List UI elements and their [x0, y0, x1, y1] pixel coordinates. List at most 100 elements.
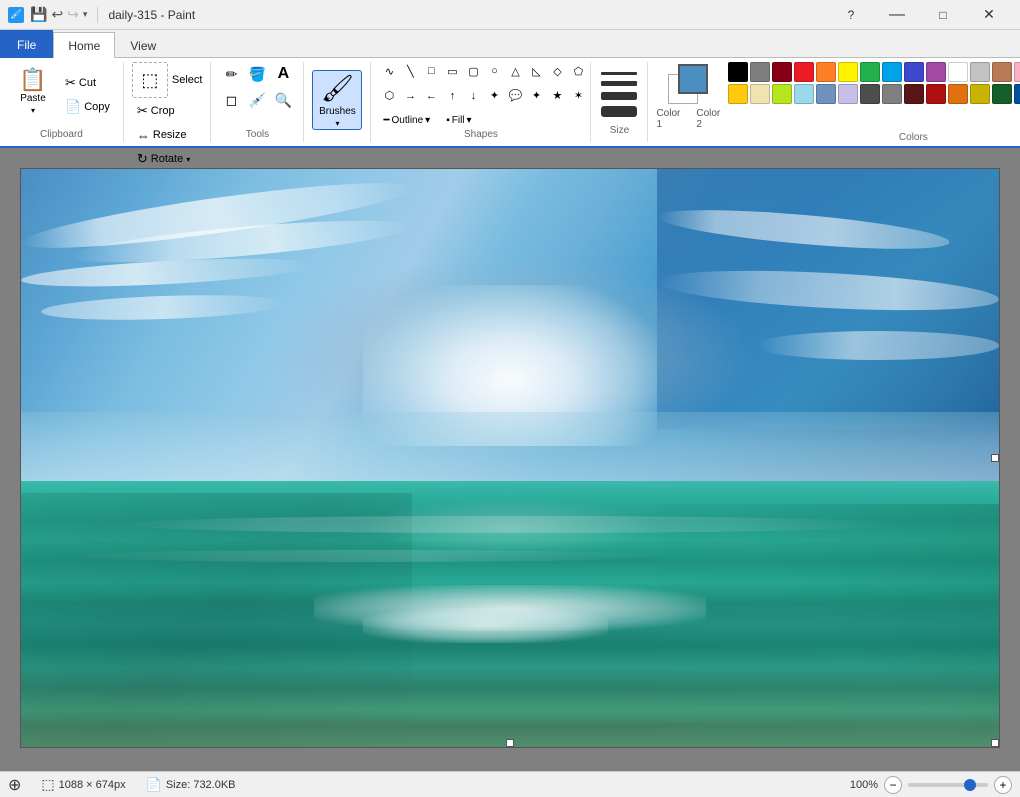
swatch-cream[interactable] — [750, 84, 770, 104]
tab-file[interactable]: File — [0, 30, 53, 58]
swatch-gray2[interactable] — [882, 84, 902, 104]
swatch-purple[interactable] — [926, 62, 946, 82]
redo-icon[interactable]: ↪ — [67, 6, 79, 23]
swatch-darkgray2[interactable] — [860, 84, 880, 104]
swatch-darkred[interactable] — [772, 62, 792, 82]
minimize-button[interactable]: — — [874, 0, 920, 30]
shape-pentagon[interactable]: ⬠ — [568, 62, 588, 80]
swatch-brown[interactable] — [992, 62, 1012, 82]
crop-button[interactable]: ✂ Crop — [132, 100, 180, 122]
swatch-blue[interactable] — [882, 62, 902, 82]
copy-button[interactable]: 📄 Copy — [60, 96, 115, 118]
close-button[interactable]: ✕ — [966, 0, 1012, 30]
shape-rect2[interactable]: ▭ — [442, 62, 462, 80]
size-1[interactable] — [601, 72, 637, 75]
resize-button[interactable]: ⇔ Resize — [132, 124, 192, 146]
tools-group: ✏ 🪣 A ◻ 💉 🔍 Tools — [211, 62, 304, 142]
add-button-status[interactable]: ⊕ — [8, 775, 21, 795]
swatch-dark-blue[interactable] — [1014, 84, 1020, 104]
resize-handle-right[interactable] — [991, 454, 999, 462]
zoom-thumb[interactable] — [964, 779, 976, 791]
fill-button[interactable]: ▪ Fill▾ — [442, 114, 475, 127]
ribbon-tabs: File Home View — [0, 30, 1020, 58]
size-3[interactable] — [601, 92, 637, 100]
swatch-dark-red2[interactable] — [926, 84, 946, 104]
size-label: Size — [610, 123, 629, 138]
shape-left-arrow[interactable]: ← — [421, 87, 441, 105]
shape-star4[interactable]: ✦ — [526, 87, 546, 105]
fill-icon: ▪ — [446, 115, 450, 126]
swatch-olive[interactable] — [970, 84, 990, 104]
painting-canvas[interactable] — [20, 168, 1000, 748]
outline-icon: ━ — [383, 115, 389, 126]
swatch-indigo[interactable] — [904, 62, 924, 82]
shape-4-arrow[interactable]: ✦ — [484, 87, 504, 105]
swatch-darkest-red[interactable] — [904, 84, 924, 104]
swatch-lightblue[interactable] — [794, 84, 814, 104]
rotate-button[interactable]: ↻ Rotate ▾ — [132, 148, 195, 170]
shape-triangle[interactable]: △ — [505, 62, 525, 80]
colorpick-tool[interactable]: 💉 — [245, 88, 269, 112]
cut-icon: ✂ — [65, 75, 76, 91]
swatch-lightgray[interactable] — [970, 62, 990, 82]
zoom-in-button[interactable]: + — [994, 776, 1012, 794]
swatch-gold[interactable] — [728, 84, 748, 104]
swatch-red[interactable] — [794, 62, 814, 82]
shape-round-rect[interactable]: ▢ — [463, 62, 483, 80]
swatch-yellow[interactable] — [838, 62, 858, 82]
tab-home[interactable]: Home — [53, 32, 115, 58]
brushes-group: 🖌 Brushes ▾ — [304, 62, 371, 142]
swatch-lime[interactable] — [772, 84, 792, 104]
color1-swatch[interactable] — [678, 64, 708, 94]
save-icon[interactable]: 💾 — [30, 6, 47, 23]
brushes-button[interactable]: 🖌 Brushes ▾ — [312, 70, 362, 130]
swatch-dark-orange[interactable] — [948, 84, 968, 104]
shape-rect[interactable]: □ — [421, 62, 441, 80]
paste-button[interactable]: 📋 Paste ▾ — [8, 62, 58, 122]
size-2[interactable] — [601, 81, 637, 86]
text-tool[interactable]: A — [271, 62, 295, 86]
shape-right-tri[interactable]: ◺ — [526, 62, 546, 80]
dropdown-icon[interactable]: ▾ — [83, 9, 88, 20]
shape-right-arrow[interactable]: → — [400, 87, 420, 105]
fill-tool[interactable]: 🪣 — [245, 62, 269, 86]
swatch-cornflower[interactable] — [816, 84, 836, 104]
shape-star5[interactable]: ★ — [547, 87, 567, 105]
shape-star6[interactable]: ✶ — [568, 87, 588, 105]
swatch-white[interactable] — [948, 62, 968, 82]
size-4[interactable] — [601, 106, 637, 117]
cut-button[interactable]: ✂ Cut — [60, 72, 115, 94]
swatch-dark-green[interactable] — [992, 84, 1012, 104]
shape-hex[interactable]: ⬡ — [379, 87, 399, 105]
maximize-button[interactable]: □ — [920, 0, 966, 30]
shape-diamond[interactable]: ◇ — [547, 62, 567, 80]
swatch-gray[interactable] — [750, 62, 770, 82]
shape-up-arrow[interactable]: ↑ — [442, 87, 462, 105]
swatch-orange[interactable] — [816, 62, 836, 82]
help-button[interactable]: ? — [828, 0, 874, 30]
outline-button[interactable]: ━ Outline▾ — [379, 114, 434, 127]
undo-icon[interactable]: ↩ — [51, 6, 63, 23]
canvas-area[interactable] — [0, 148, 1020, 771]
shape-ellipse[interactable]: ○ — [484, 62, 504, 80]
select-button[interactable]: ⬚ — [132, 62, 168, 98]
shape-callout[interactable]: 💬 — [505, 87, 525, 105]
pencil-tool[interactable]: ✏ — [219, 62, 243, 86]
eraser-tool[interactable]: ◻ — [219, 88, 243, 112]
resize-handle-corner[interactable] — [991, 739, 999, 747]
swatch-green[interactable] — [860, 62, 880, 82]
swatch-lavender[interactable] — [838, 84, 858, 104]
brushes-icon: 🖌 — [321, 73, 354, 104]
zoom-out-button[interactable]: − — [884, 776, 902, 794]
shape-curve[interactable]: ∿ — [379, 62, 399, 80]
shape-line[interactable]: ╲ — [400, 62, 420, 80]
shape-down-arrow[interactable]: ↓ — [463, 87, 483, 105]
clipboard-label: Clipboard — [40, 127, 83, 142]
swatch-pink[interactable] — [1014, 62, 1020, 82]
zoom-slider[interactable] — [908, 783, 988, 787]
file-size: Size: 732.0KB — [166, 779, 236, 791]
swatch-black[interactable] — [728, 62, 748, 82]
resize-handle-bottom[interactable] — [506, 739, 514, 747]
zoom-tool[interactable]: 🔍 — [271, 88, 295, 112]
tab-view[interactable]: View — [115, 32, 171, 58]
